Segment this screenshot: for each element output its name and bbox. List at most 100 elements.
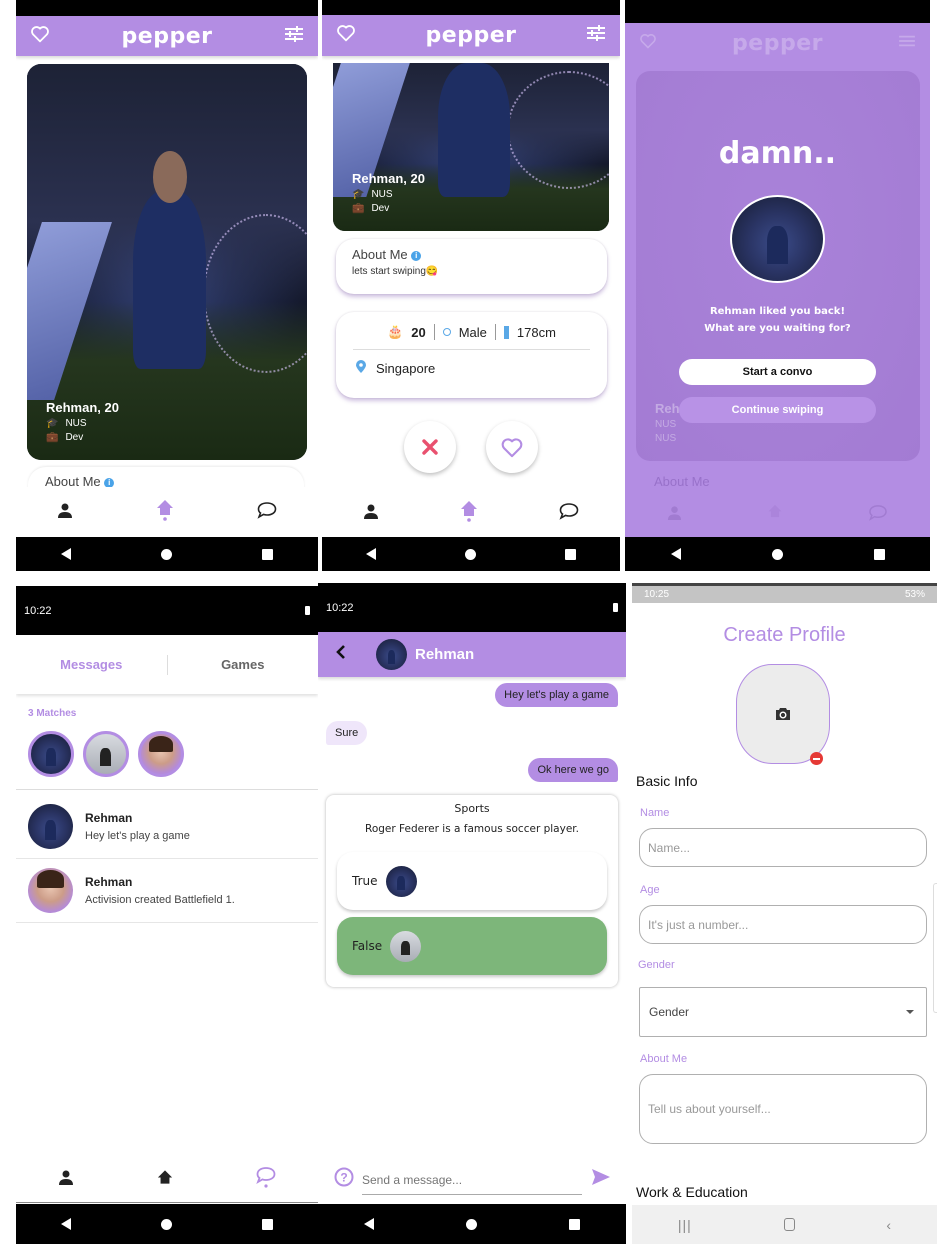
tab-profile-icon[interactable] <box>57 502 73 523</box>
photo-upload[interactable] <box>736 664 830 764</box>
gender-value: Gender <box>649 1005 690 1019</box>
name-input[interactable]: Name... <box>639 828 927 867</box>
back-nav-icon[interactable] <box>670 548 681 560</box>
recents-nav-icon[interactable] <box>564 548 576 560</box>
recents-nav-icon[interactable] <box>262 548 273 560</box>
tab-chat-icon[interactable] <box>559 502 579 525</box>
message-bubble-sent: Ok here we go <box>528 758 618 782</box>
message-composer: ? <box>318 1163 626 1203</box>
profile-photo-card[interactable]: Rehman, 20 🎓 NUS 💼 Dev <box>27 64 307 460</box>
gender-icon <box>442 328 451 336</box>
status-bar <box>16 0 318 16</box>
home-nav-icon[interactable] <box>466 1218 477 1230</box>
about-label: About Me <box>640 1053 688 1065</box>
quiz-option-false[interactable]: False <box>337 917 607 975</box>
back-nav-icon[interactable] <box>61 1218 71 1230</box>
section-basic-info: Basic Info <box>636 773 698 789</box>
tab-home-icon[interactable] <box>460 500 478 527</box>
remove-photo-icon[interactable] <box>810 752 823 765</box>
recents-nav-icon[interactable]: ||| <box>678 1217 692 1233</box>
app-bar: pepper <box>322 15 620 56</box>
divider <box>494 324 496 340</box>
age-input[interactable]: It's just a number... <box>639 905 927 944</box>
home-nav-icon[interactable] <box>771 548 783 560</box>
chat-list-item[interactable]: Rehman Hey let's play a game <box>16 795 318 859</box>
contact-name[interactable]: Rehman <box>415 646 474 663</box>
section-work-education: Work & Education <box>636 1184 748 1200</box>
scroll-indicator[interactable] <box>933 883 937 1013</box>
filter-icon[interactable] <box>284 25 304 47</box>
message-input[interactable] <box>362 1165 582 1195</box>
stat-age: 20 <box>411 324 426 340</box>
gender-select[interactable]: Gender <box>639 987 927 1037</box>
back-nav-icon[interactable]: ‹ <box>886 1217 891 1233</box>
battery-icon <box>613 603 618 612</box>
tab-chat-icon[interactable] <box>256 1166 276 1193</box>
back-arrow-icon[interactable] <box>336 645 346 664</box>
chat-list: Rehman Hey let's play a game Rehman Acti… <box>16 795 318 923</box>
chat-avatar <box>28 804 73 849</box>
filter-icon[interactable] <box>586 25 606 46</box>
contact-avatar[interactable] <box>376 639 407 670</box>
status-time: 10:22 <box>326 601 354 614</box>
send-icon[interactable] <box>592 1169 610 1190</box>
tab-chat-icon[interactable] <box>257 501 277 524</box>
quiz-question: Roger Federer is a famous soccer player. <box>365 823 579 835</box>
dislike-button[interactable] <box>404 421 456 473</box>
bg-about-me: About Me <box>654 474 710 489</box>
heart-icon <box>639 33 657 54</box>
recents-nav-icon[interactable] <box>569 1218 580 1230</box>
android-nav-bar <box>625 537 930 571</box>
close-icon <box>422 439 438 455</box>
heart-icon[interactable] <box>336 24 356 47</box>
match-avatar[interactable] <box>138 731 184 777</box>
recents-nav-icon[interactable] <box>262 1218 273 1230</box>
status-bar: 10:22 <box>16 586 318 635</box>
tab-home-icon[interactable] <box>156 499 174 526</box>
back-nav-icon[interactable] <box>364 1218 374 1230</box>
match-avatar[interactable] <box>83 731 129 777</box>
help-icon[interactable]: ? <box>334 1167 354 1192</box>
app-bar: pepper <box>16 16 318 56</box>
android-nav-bar <box>16 537 318 571</box>
tab-messages[interactable]: Messages <box>16 657 167 672</box>
info-icon[interactable]: i <box>411 250 422 261</box>
home-nav-icon[interactable] <box>783 1218 795 1231</box>
start-convo-button[interactable]: Start a convo <box>679 359 876 385</box>
chat-header: Rehman <box>318 632 626 677</box>
screen-swipe-card: pepper Rehman, 20 🎓 NUS 💼 Dev About Me i <box>16 0 318 571</box>
option-avatar <box>390 930 422 962</box>
chat-list-item[interactable]: Rehman Activision created Battlefield 1. <box>16 859 318 923</box>
tab-profile-icon[interactable] <box>363 503 379 524</box>
screen-chat: 10:22 Rehman Hey let's play a game Sure … <box>318 583 626 1244</box>
heart-icon[interactable] <box>30 25 50 48</box>
match-avatar[interactable] <box>28 731 74 777</box>
profile-photo-card[interactable]: Rehman, 20 🎓 NUS 💼 Dev <box>333 63 609 231</box>
home-nav-icon[interactable] <box>161 548 172 560</box>
about-input[interactable]: Tell us about yourself... <box>639 1074 927 1144</box>
option-label: False <box>352 939 383 953</box>
dropdown-arrow-icon <box>906 1010 914 1014</box>
screen-match-overlay: pepper Reh NUS NUS About Me damn.. Rehma… <box>625 0 930 571</box>
screen-messages-list: 10:22 Messages Games 3 Matches Rehman He… <box>16 586 318 1244</box>
tab-games[interactable]: Games <box>168 657 319 672</box>
back-nav-icon[interactable] <box>366 548 377 560</box>
home-nav-icon[interactable] <box>161 1218 172 1230</box>
like-button[interactable] <box>486 421 538 473</box>
back-nav-icon[interactable] <box>61 548 71 560</box>
matches-label: 3 Matches <box>28 708 77 719</box>
briefcase-icon: 💼 <box>352 203 365 214</box>
recents-nav-icon[interactable] <box>873 548 885 560</box>
profile-job: Dev <box>371 203 390 214</box>
filter-icon <box>898 34 916 53</box>
continue-swiping-button[interactable]: Continue swiping <box>679 397 876 423</box>
chat-name: Rehman <box>85 875 133 889</box>
home-nav-icon[interactable] <box>464 548 476 560</box>
chat-name: Rehman <box>85 811 133 825</box>
tab-home-icon[interactable] <box>157 1169 173 1190</box>
tab-profile-icon[interactable] <box>58 1169 74 1190</box>
briefcase-icon: 💼 <box>46 432 59 443</box>
app-logo: pepper <box>732 30 823 56</box>
profile-name-age: Rehman, 20 <box>46 400 119 415</box>
quiz-option-true[interactable]: True <box>337 852 607 910</box>
